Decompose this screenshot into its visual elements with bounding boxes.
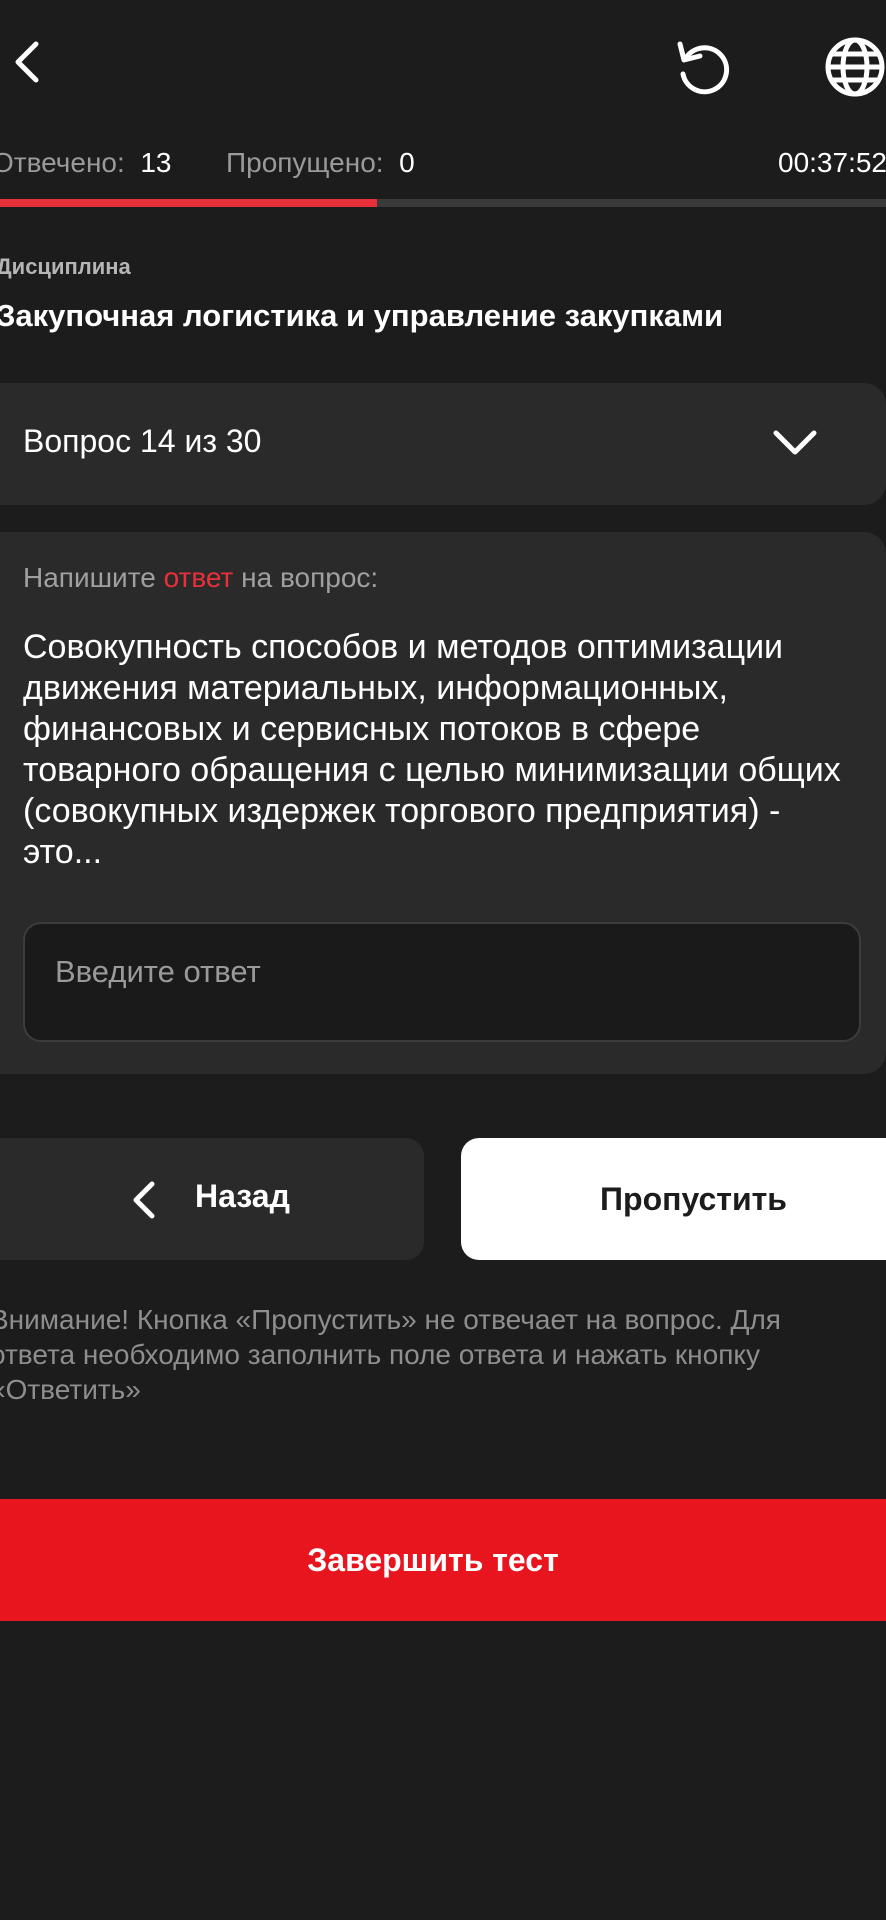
prompt-text-start: Напишите <box>23 562 164 593</box>
answered-counter: Отвечено: 13 <box>0 145 172 181</box>
question-number: Вопрос 14 из 30 <box>23 423 262 459</box>
skipped-counter: Пропущено: 0 <box>226 145 415 181</box>
timer: 00:37:52 <box>778 147 886 178</box>
finish-test-button-label: Завершить тест <box>307 1541 559 1578</box>
chevron-down-icon <box>773 430 817 455</box>
answered-label: Отвечено: <box>0 147 125 178</box>
stats-row: Отвечено: 13 Пропущено: 0 00:37:52 <box>0 145 886 185</box>
progress-bar <box>0 199 886 207</box>
question-text: Совокупность способов и методов оптимиза… <box>23 628 841 871</box>
question-card: Напишите ответ на вопрос: Совокупность с… <box>0 532 886 1074</box>
notice-text: Внимание! Кнопка «Пропустить» не отвечае… <box>0 1304 781 1405</box>
question-prompt: Напишите ответ на вопрос: <box>23 562 378 594</box>
answer-input[interactable] <box>23 922 861 1042</box>
finish-test-button[interactable]: Завершить тест <box>0 1499 886 1621</box>
discipline-label: Дисциплина <box>0 254 131 279</box>
globe-icon[interactable] <box>822 34 886 100</box>
question-selector[interactable]: Вопрос 14 из 30 <box>0 383 886 505</box>
progress-fill <box>0 199 377 207</box>
skipped-value: 0 <box>399 147 415 178</box>
answered-value: 13 <box>140 147 172 178</box>
back-button[interactable]: Назад <box>0 1138 424 1260</box>
prompt-accent: ответ <box>163 562 234 593</box>
skip-button-label: Пропустить <box>600 1180 787 1217</box>
back-button-label: Назад <box>195 1178 290 1214</box>
back-icon[interactable] <box>8 38 48 86</box>
prompt-text-end: на вопрос: <box>233 562 379 593</box>
refresh-icon[interactable] <box>672 34 738 100</box>
discipline-title: Закупочная логистика и управление закупк… <box>0 298 724 333</box>
skip-button[interactable]: Пропустить <box>461 1138 886 1260</box>
chevron-left-icon <box>133 1181 155 1219</box>
skipped-label: Пропущено: <box>226 147 384 178</box>
